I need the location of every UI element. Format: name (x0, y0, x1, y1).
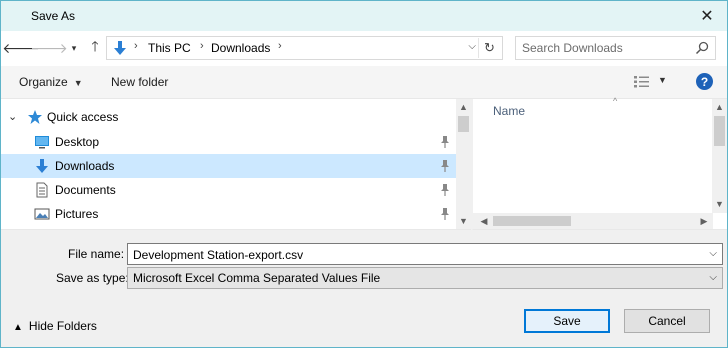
tree-item-downloads[interactable]: Downloads (1, 154, 456, 178)
address-bar[interactable]: › This PC › Downloads › ⌵ ↻ (106, 36, 503, 60)
scroll-up-icon[interactable]: ▲ (456, 100, 471, 114)
documents-icon (36, 182, 48, 198)
recent-locations-button[interactable]: ▾ (64, 39, 84, 57)
save-button[interactable]: Save (524, 309, 610, 333)
save-as-type-select[interactable]: Microsoft Excel Comma Separated Values F… (127, 267, 723, 289)
file-name-label: File name: (68, 247, 125, 261)
breadcrumb-separator: › (200, 40, 204, 52)
sort-ascending-icon: ^ (613, 96, 618, 106)
file-list-vertical-scrollbar[interactable]: ▲ ▼ (712, 99, 727, 213)
tree-label-pictures: Pictures (55, 207, 99, 221)
pictures-icon (34, 208, 50, 220)
change-view-icon[interactable] (633, 75, 651, 89)
view-dropdown-icon[interactable]: ▼ (658, 75, 667, 85)
tree-item-desktop[interactable]: Desktop (1, 130, 456, 154)
organize-button[interactable]: Organize ▼ (19, 75, 83, 89)
scrollbar-thumb[interactable] (458, 116, 469, 132)
scrollbar-thumb[interactable] (714, 116, 725, 146)
chevron-down-icon[interactable]: ⌵ (709, 272, 717, 283)
new-folder-button[interactable]: New folder (111, 75, 168, 89)
close-icon: ✕ (700, 8, 714, 25)
scroll-down-icon[interactable]: ▼ (456, 214, 471, 228)
star-icon (28, 110, 42, 124)
scroll-down-icon[interactable]: ▼ (712, 197, 727, 211)
save-as-dialog: Save As ✕ 🡐 🡒 ▾ 🡑 › This PC › Downloads (0, 0, 728, 348)
scroll-left-icon[interactable]: ◀ (477, 214, 491, 228)
tree-label-quick-access: Quick access (47, 110, 119, 124)
save-as-type-label: Save as type: (56, 271, 129, 285)
navigation-pane-scrollbar[interactable]: ▲ ▼ (456, 99, 471, 229)
up-button[interactable]: 🡑 (85, 38, 105, 57)
desktop-icon (35, 136, 49, 149)
chevron-up-icon: ▲ (13, 322, 23, 333)
breadcrumb-separator: › (134, 40, 138, 52)
navigation-pane: ⌄ Quick access Desktop Downloads Documen… (1, 99, 471, 230)
scrollbar-thumb[interactable] (493, 216, 571, 226)
search-input[interactable] (522, 40, 692, 56)
pin-icon[interactable] (439, 135, 451, 149)
file-name-input[interactable] (133, 247, 693, 262)
title-bar: Save As ✕ (1, 1, 727, 31)
file-name-field[interactable]: ⌵ (127, 243, 723, 265)
tree-label-desktop: Desktop (55, 135, 100, 149)
tree-label-downloads: Downloads (55, 159, 115, 173)
downloads-icon (36, 159, 48, 173)
pin-icon[interactable] (439, 207, 451, 221)
file-list-pane: Name ^ ▲ ▼ ◀ ▶ (472, 96, 727, 230)
help-icon: ? (700, 74, 709, 89)
chevron-down-icon[interactable]: ⌵ (709, 248, 717, 259)
navigation-bar: 🡐 🡒 ▾ 🡑 › This PC › Downloads › ⌵ ↻ (1, 31, 727, 66)
refresh-icon: ↻ (484, 40, 495, 55)
pin-icon[interactable] (439, 183, 451, 197)
window-title: Save As (31, 9, 76, 23)
forward-arrow-icon: 🡒 (30, 39, 68, 56)
search-icon[interactable] (695, 41, 709, 55)
scroll-up-icon[interactable]: ▲ (712, 100, 727, 114)
hide-folders-label: Hide Folders (28, 319, 97, 333)
organize-label: Organize (19, 75, 68, 89)
column-header-name-label: Name (493, 104, 526, 118)
command-toolbar: Organize ▼ New folder ▼ ? (1, 66, 727, 99)
chevron-down-icon: ▼ (73, 78, 83, 88)
refresh-button[interactable]: ↻ (478, 38, 500, 58)
pin-icon[interactable] (439, 159, 451, 173)
tree-label-documents: Documents (55, 183, 116, 197)
chevron-down-icon: ▾ (71, 42, 77, 53)
file-list-horizontal-scrollbar[interactable]: ◀ ▶ (473, 213, 713, 229)
hide-folders-button[interactable]: ▲ Hide Folders (13, 319, 97, 333)
breadcrumb-separator: › (278, 40, 282, 52)
up-arrow-icon: 🡑 (91, 38, 99, 54)
address-dropdown-icon[interactable]: ⌵ (468, 41, 476, 52)
breadcrumb-this-pc[interactable]: This PC (148, 41, 191, 55)
cancel-button[interactable]: Cancel (624, 309, 710, 333)
expand-chevron-icon[interactable]: ⌄ (8, 110, 17, 123)
forward-button[interactable]: 🡒 (30, 39, 68, 57)
tree-item-documents[interactable]: Documents (1, 178, 456, 202)
tree-item-pictures[interactable]: Pictures (1, 202, 456, 226)
close-button[interactable]: ✕ (687, 1, 727, 31)
tree-item-quick-access[interactable]: ⌄ Quick access (1, 105, 456, 129)
save-as-type-value: Microsoft Excel Comma Separated Values F… (133, 271, 381, 285)
scroll-right-icon[interactable]: ▶ (697, 214, 711, 228)
downloads-folder-icon (114, 41, 126, 55)
back-button[interactable]: 🡐 (2, 39, 40, 57)
breadcrumb-downloads[interactable]: Downloads (211, 41, 270, 55)
help-button[interactable]: ? (696, 73, 713, 90)
search-box[interactable] (515, 36, 716, 60)
